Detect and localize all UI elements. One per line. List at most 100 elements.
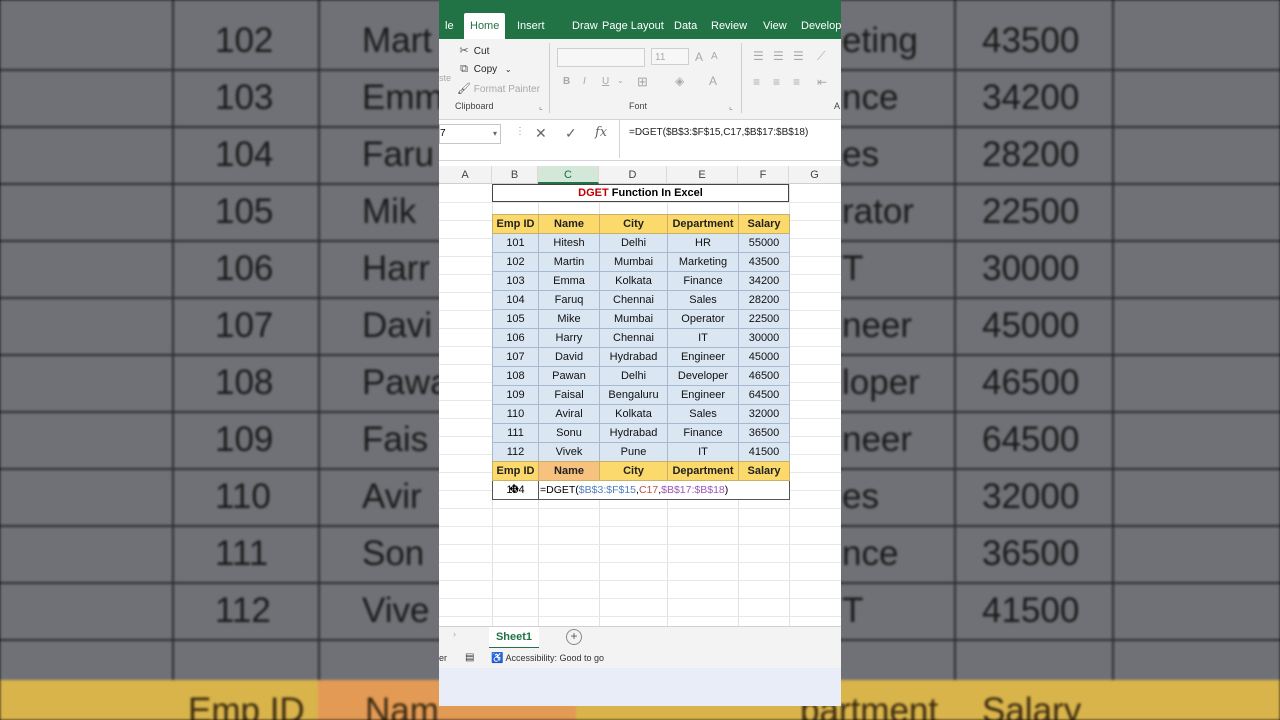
fill-color-icon[interactable]: ◈ [675,74,684,88]
borders-icon[interactable]: ⊞ [637,74,648,90]
decrease-font-icon[interactable]: A [711,51,718,62]
table-cell[interactable]: David [538,347,600,367]
table-cell[interactable]: 30000 [738,328,790,348]
sheet-stats-icon[interactable]: ▤ [465,648,474,668]
font-name-dropdown[interactable] [557,48,645,67]
table-cell[interactable]: 22500 [738,309,790,329]
table-cell[interactable]: Pawan [538,366,600,386]
cancel-icon[interactable]: ✕ [535,125,547,142]
criteria-header-cell[interactable]: City [599,461,668,481]
table-cell[interactable]: Engineer [667,385,739,405]
table-cell[interactable]: 64500 [738,385,790,405]
dialog-launcher-icon[interactable]: ⌞ [539,102,543,111]
table-cell[interactable]: 28200 [738,290,790,310]
table-cell[interactable]: 106 [492,328,539,348]
table-cell[interactable]: 103 [492,271,539,291]
table-cell[interactable]: 109 [492,385,539,405]
indent-icon[interactable]: ⇤ [817,75,827,89]
criteria-header-cell[interactable]: Department [667,461,739,481]
align-top-icon[interactable]: ☰ [753,49,764,63]
table-cell[interactable]: IT [667,442,739,462]
tab-review[interactable]: Review [705,13,753,39]
table-cell[interactable]: Hydrabad [599,423,668,443]
table-cell[interactable]: Bengaluru [599,385,668,405]
criteria-header-cell[interactable]: Name [538,461,600,481]
table-cell[interactable]: HR [667,233,739,253]
chevron-down-icon[interactable]: ⌄ [617,76,624,85]
sheet-title[interactable]: DGET Function In Excel [492,184,789,202]
align-middle-icon[interactable]: ☰ [773,49,784,63]
criteria-header-cell[interactable]: Emp ID [492,461,539,481]
table-header-cell[interactable]: City [599,214,668,234]
table-cell[interactable]: Delhi [599,233,668,253]
scroll-left-icon[interactable]: › [453,629,456,639]
drag-handle-icon[interactable]: ⋮ [515,126,525,137]
align-left-icon[interactable]: ≡ [753,75,760,89]
column-header-b[interactable]: B [492,166,538,184]
table-cell[interactable]: Mumbai [599,309,668,329]
table-cell[interactable]: 112 [492,442,539,462]
table-cell[interactable]: 110 [492,404,539,424]
table-header-cell[interactable]: Department [667,214,739,234]
table-cell[interactable]: Mumbai [599,252,668,272]
table-cell[interactable]: Faisal [538,385,600,405]
tab-insert[interactable]: Insert [511,13,551,39]
dialog-launcher-icon[interactable]: ⌞ [729,102,733,111]
copy-button[interactable]: ⧉ Copy ⌄ [457,63,512,76]
table-header-cell[interactable]: Emp ID [492,214,539,234]
table-cell[interactable]: Harry [538,328,600,348]
table-cell[interactable]: 41500 [738,442,790,462]
table-cell[interactable]: Kolkata [599,404,668,424]
table-cell[interactable]: 101 [492,233,539,253]
table-cell[interactable]: Emma [538,271,600,291]
tab-view[interactable]: View [757,13,793,39]
table-cell[interactable]: 45000 [738,347,790,367]
tab-page-layout[interactable]: Page Layout [596,13,670,39]
table-cell[interactable]: Chennai [599,290,668,310]
table-cell[interactable]: Operator [667,309,739,329]
criteria-emp-id-cell[interactable]: 104 ✥ [492,480,539,500]
tab-data[interactable]: Data [668,13,703,39]
table-cell[interactable]: Sonu [538,423,600,443]
column-header-f[interactable]: F [738,166,789,184]
table-cell[interactable]: Hydrabad [599,347,668,367]
align-right-icon[interactable]: ≡ [793,75,800,89]
insert-function-icon[interactable]: fx [595,125,607,140]
orientation-icon[interactable]: ⟋ [817,49,825,64]
table-cell[interactable]: Sales [667,404,739,424]
table-cell[interactable]: Aviral [538,404,600,424]
active-formula-cell[interactable]: =DGET($B$3:$F$15,C17,$B$17:$B$18) [538,480,790,500]
column-header-e[interactable]: E [667,166,738,184]
name-box[interactable]: 7 ▾ [439,124,501,144]
tab-home[interactable]: Home [464,13,506,39]
column-header-c[interactable]: C [538,166,599,184]
column-header-g[interactable]: G [789,166,841,184]
table-cell[interactable]: Sales [667,290,739,310]
table-cell[interactable]: 102 [492,252,539,272]
cut-button[interactable]: ✂ Cut [457,44,489,57]
format-painter-button[interactable]: 🖌 Format Painter [457,82,540,95]
tab-develop[interactable]: Develop [795,13,841,39]
paste-button-fragment[interactable]: ste [439,73,451,83]
chevron-down-icon[interactable]: ▾ [493,125,497,143]
table-cell[interactable]: Delhi [599,366,668,386]
formula-input[interactable]: =DGET($B$3:$F$15,C17,$B$17:$B$18) [619,120,841,158]
criteria-header-cell[interactable]: Salary [738,461,790,481]
align-center-icon[interactable]: ≡ [773,75,780,89]
worksheet-grid[interactable]: ABCDEFG DGET Function In Excel Emp ID Nam… [439,166,841,626]
table-cell[interactable]: 32000 [738,404,790,424]
table-header-cell[interactable]: Name [538,214,600,234]
enter-icon[interactable]: ✓ [565,125,577,142]
table-cell[interactable]: 55000 [738,233,790,253]
table-cell[interactable]: 111 [492,423,539,443]
table-cell[interactable]: Martin [538,252,600,272]
accessibility-button[interactable]: ♿ Accessibility: Good to go [491,648,604,669]
table-cell[interactable]: Kolkata [599,271,668,291]
align-bottom-icon[interactable]: ☰ [793,49,804,63]
font-color-icon[interactable]: A [709,74,717,88]
table-cell[interactable]: Developer [667,366,739,386]
bold-button[interactable]: B [563,76,570,87]
table-cell[interactable]: 107 [492,347,539,367]
table-cell[interactable]: 36500 [738,423,790,443]
column-header-d[interactable]: D [599,166,667,184]
